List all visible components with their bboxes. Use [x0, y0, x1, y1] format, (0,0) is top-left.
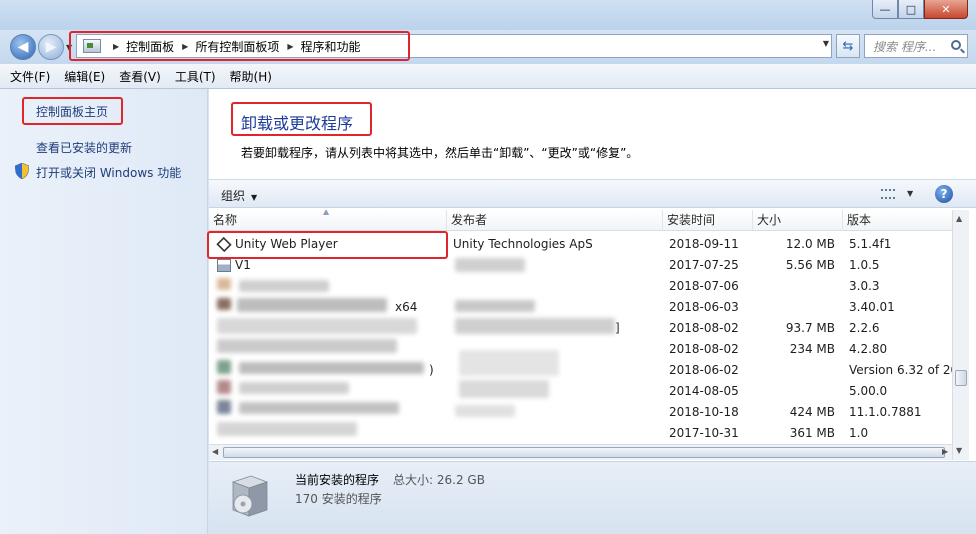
column-version[interactable]: 版本: [843, 210, 953, 231]
view-options-icon[interactable]: [881, 189, 895, 199]
back-arrow-icon[interactable]: ◀: [10, 34, 36, 60]
menu-help[interactable]: 帮助(H): [230, 68, 272, 85]
sidebar-item-view-updates[interactable]: 查看已安装的更新: [36, 139, 132, 156]
menu-edit[interactable]: 编辑(E): [64, 68, 105, 85]
chevron-down-icon: ▼: [251, 193, 258, 202]
minimize-button[interactable]: —: [872, 0, 898, 19]
view-dropdown-icon[interactable]: ▼: [907, 189, 913, 198]
search-icon[interactable]: [951, 40, 961, 50]
horizontal-scroll-thumb[interactable]: [223, 447, 945, 458]
annotation-box-page-title: [231, 102, 372, 136]
sidebar: 控制面板主页 查看已安装的更新 打开或关闭 Windows 功能: [0, 89, 208, 534]
annotation-box-sidebar-home: [22, 97, 123, 125]
vertical-scroll-thumb[interactable]: [955, 370, 967, 386]
title-bar: — □ ✕: [0, 0, 976, 30]
scroll-down-icon[interactable]: ▼: [956, 446, 962, 455]
refresh-icon[interactable]: ⇆: [836, 34, 860, 58]
help-icon[interactable]: ?: [935, 185, 953, 203]
installed-programs-label: 当前安装的程序: [295, 473, 380, 487]
sidebar-item-windows-features[interactable]: 打开或关闭 Windows 功能: [36, 164, 181, 181]
search-input[interactable]: 搜索 程序...: [864, 34, 968, 58]
application-icon: [217, 259, 231, 272]
column-install-date[interactable]: 安装时间: [663, 210, 753, 231]
scroll-left-icon[interactable]: ◀: [212, 447, 218, 456]
total-size-label: 总大小: 26.2 GB: [393, 473, 485, 487]
sort-ascending-icon: ▲: [323, 210, 330, 216]
scroll-up-icon[interactable]: ▲: [956, 214, 962, 223]
scroll-right-icon[interactable]: ▶: [942, 447, 948, 456]
horizontal-scrollbar[interactable]: ◀ ▶: [209, 444, 952, 460]
organize-button[interactable]: 组织 ▼: [221, 187, 257, 204]
menu-file[interactable]: 文件(F): [10, 68, 50, 85]
menu-view[interactable]: 查看(V): [119, 68, 161, 85]
window-controls: — □ ✕: [872, 0, 968, 19]
address-dropdown-icon[interactable]: ▼: [823, 39, 829, 48]
menu-bar: 文件(F) 编辑(E) 查看(V) 工具(T) 帮助(H): [0, 64, 976, 89]
column-size[interactable]: 大小: [753, 210, 843, 231]
command-bar: 组织 ▼ ▼ ?: [209, 179, 976, 208]
main-content: 卸载或更改程序 若要卸载程序，请从列表中将其选中，然后单击“卸载”、“更改”或“…: [209, 89, 976, 534]
program-count-label: 170 安装的程序: [295, 492, 382, 506]
close-button[interactable]: ✕: [924, 0, 968, 19]
maximize-button[interactable]: □: [898, 0, 924, 19]
menu-tools[interactable]: 工具(T): [175, 68, 216, 85]
vertical-scrollbar[interactable]: ▲ ▼: [952, 210, 969, 460]
forward-arrow-icon[interactable]: ▶: [38, 34, 64, 60]
column-header-row: 名称 ▲ 发布者 安装时间 大小 版本: [209, 210, 961, 231]
annotation-box-unity-row: [207, 231, 448, 259]
annotation-box-breadcrumb: [69, 31, 410, 61]
shield-icon: [15, 163, 29, 179]
installer-box-icon: [231, 475, 269, 517]
column-publisher[interactable]: 发布者: [447, 210, 663, 231]
details-pane: 当前安装的程序 总大小: 26.2 GB 170 安装的程序: [209, 461, 976, 534]
page-description: 若要卸载程序，请从列表中将其选中，然后单击“卸载”、“更改”或“修复”。: [241, 146, 639, 160]
